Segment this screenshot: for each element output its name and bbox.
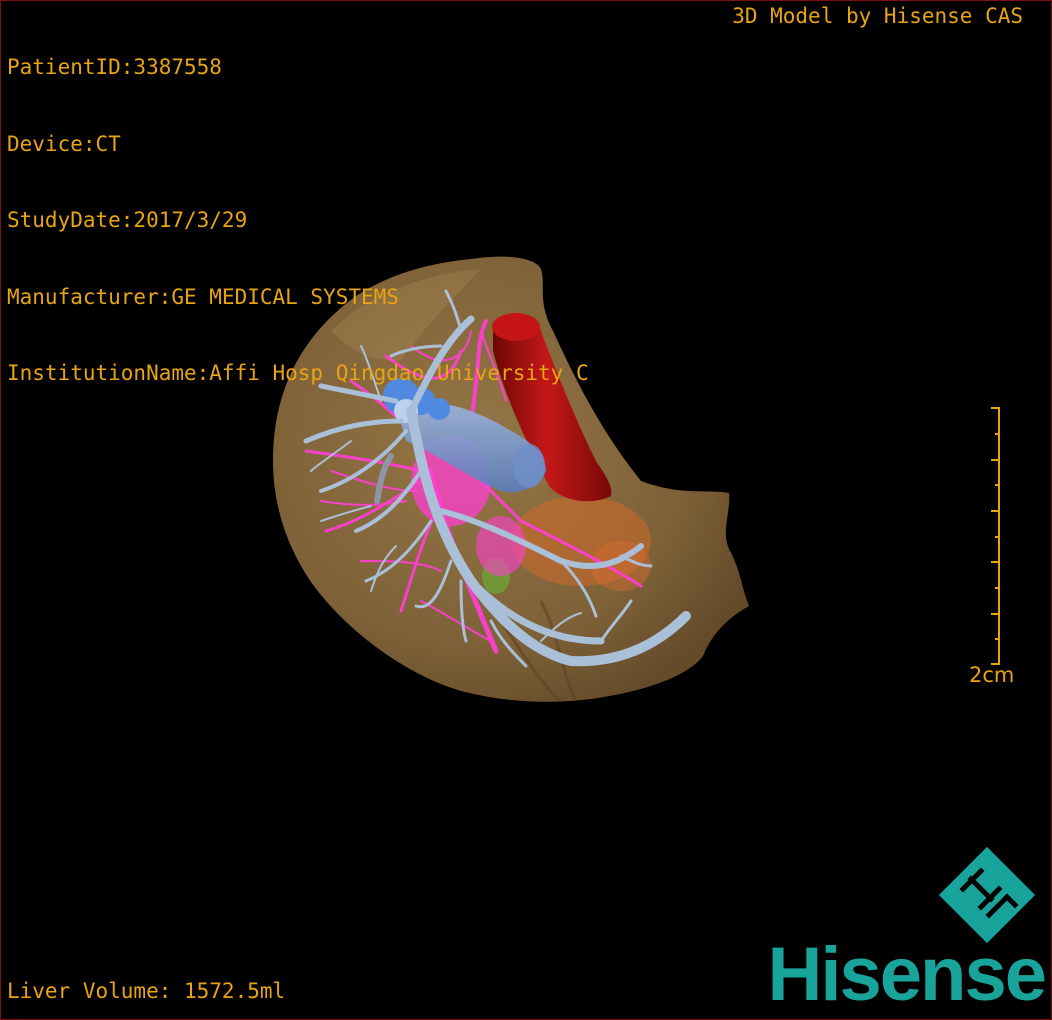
institution-name-text: InstitutionName:Affi Hosp Qingdao Univer… (7, 361, 589, 385)
model-credit-text: 3D Model by Hisense CAS (732, 4, 1023, 28)
scale-bar (991, 407, 1000, 665)
patient-id-text: PatientID:3387558 (7, 55, 222, 79)
scale-bar-label: 2cm (969, 663, 1015, 687)
hisense-brand-logo: Hisense (767, 932, 1047, 1017)
study-date-text: StudyDate:2017/3/29 (7, 208, 248, 232)
dicom-info-overlay: PatientID:3387558 Device:CT StudyDate:20… (7, 4, 589, 438)
manufacturer-text: Manufacturer:GE MEDICAL SYSTEMS (7, 284, 399, 309)
liver-volume-text: Liver Volume: 1572.5ml (7, 978, 286, 1003)
device-text: Device:CT (7, 131, 121, 156)
3d-viewport[interactable]: PatientID:3387558 Device:CT StudyDate:20… (0, 0, 1052, 1020)
vein-trunk-end (513, 444, 545, 488)
